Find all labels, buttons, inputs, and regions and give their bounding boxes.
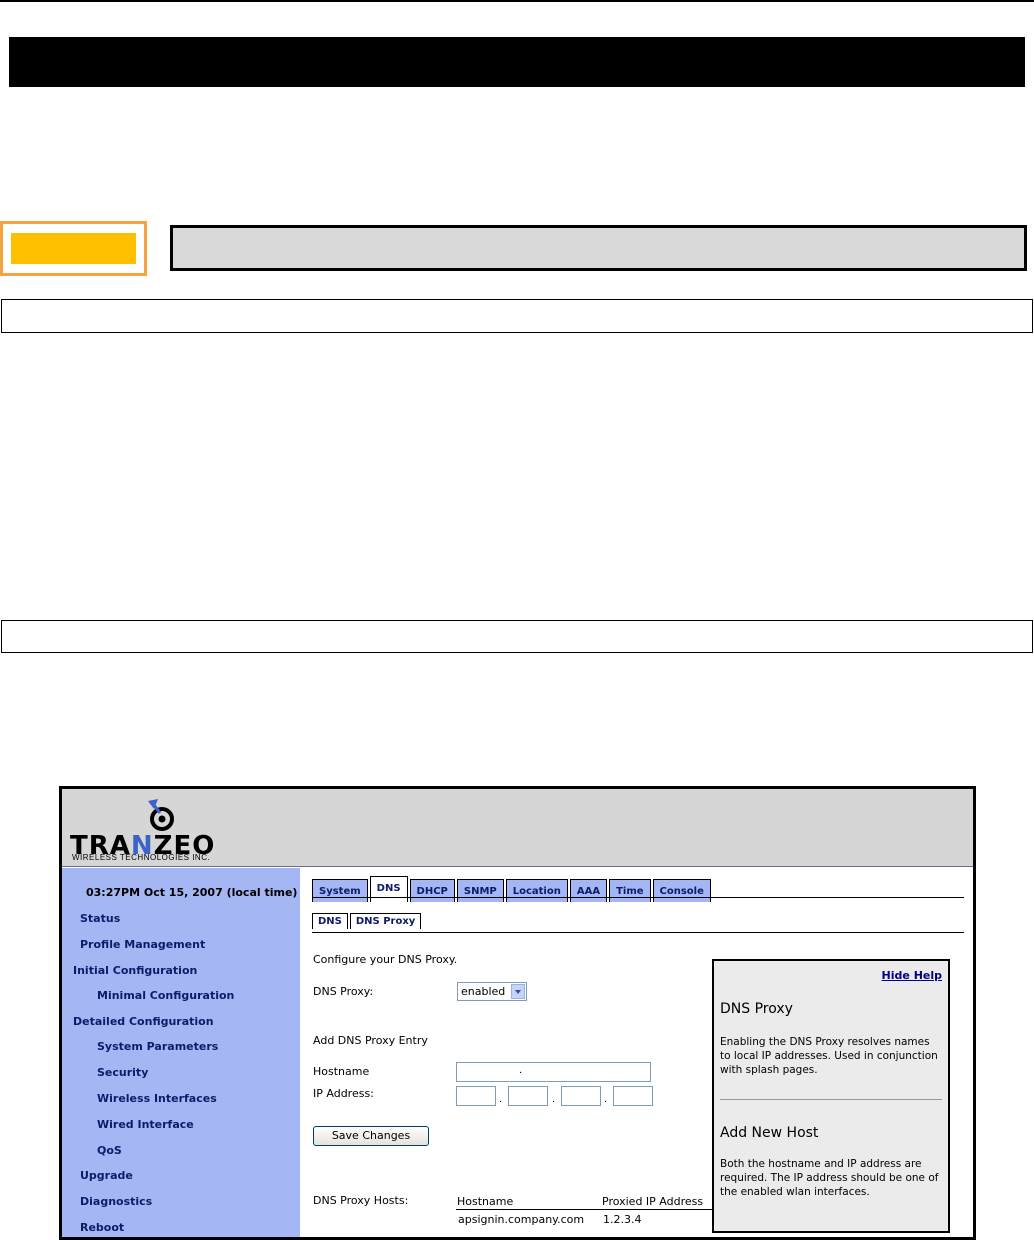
sidebar-item-diagnostics[interactable]: Diagnostics bbox=[80, 1195, 152, 1208]
black-banner bbox=[9, 37, 1025, 87]
ip-octet-3-input[interactable] bbox=[561, 1086, 601, 1106]
hosts-table-divider bbox=[456, 1209, 712, 1210]
sidebar-item-system-parameters[interactable]: System Parameters bbox=[97, 1040, 218, 1053]
sidebar-item-wired-interface[interactable]: Wired Interface bbox=[97, 1118, 194, 1131]
tranzeo-logo: TRANZEO WIRELESS TECHNOLOGIES INC. bbox=[70, 795, 260, 863]
logo-swirl-icon bbox=[148, 799, 174, 831]
hostname-input-value: . bbox=[519, 1064, 523, 1076]
sidebar-item-minimal-configuration[interactable]: Minimal Configuration bbox=[97, 989, 234, 1002]
gray-title-bar bbox=[170, 225, 1027, 271]
sidebar-item-reboot[interactable]: Reboot bbox=[80, 1221, 124, 1234]
section-box-bottom bbox=[1, 620, 1033, 653]
sidebar: 03:27PM Oct 15, 2007 (local time) Status… bbox=[62, 868, 300, 1237]
tab-time[interactable]: Time bbox=[609, 879, 651, 902]
ip-octet-2-input[interactable] bbox=[508, 1086, 548, 1106]
save-changes-button[interactable]: Save Changes bbox=[313, 1126, 429, 1146]
hostname-input[interactable]: . bbox=[456, 1062, 651, 1082]
form-intro: Configure your DNS Proxy. bbox=[313, 953, 458, 966]
dns-proxy-select[interactable]: enabled bbox=[457, 982, 527, 1001]
help-text-dns-proxy: Enabling the DNS Proxy resolves names to… bbox=[720, 1036, 938, 1076]
top-rule bbox=[0, 0, 1034, 2]
sidebar-item-qos[interactable]: QoS bbox=[97, 1144, 122, 1157]
help-title-add-new-host: Add New Host bbox=[720, 1125, 819, 1141]
ip-octet-4-input[interactable] bbox=[613, 1086, 653, 1106]
sidebar-item-profile-management[interactable]: Profile Management bbox=[80, 938, 205, 951]
hosts-column-ip: Proxied IP Address bbox=[602, 1195, 704, 1208]
logo-subtitle: WIRELESS TECHNOLOGIES INC. bbox=[72, 853, 211, 862]
app-header: TRANZEO WIRELESS TECHNOLOGIES INC. bbox=[62, 789, 973, 867]
sidebar-item-detailed-configuration[interactable]: Detailed Configuration bbox=[73, 1015, 214, 1028]
tab-system[interactable]: System bbox=[312, 879, 368, 902]
subtab-dns-proxy[interactable]: DNS Proxy bbox=[349, 913, 422, 929]
orange-tag-fill bbox=[11, 233, 136, 264]
sub-tabs: DNS DNS Proxy bbox=[312, 913, 422, 929]
help-title-dns-proxy: DNS Proxy bbox=[720, 1001, 793, 1017]
main-tabs-underline bbox=[312, 897, 964, 898]
tab-dns[interactable]: DNS bbox=[369, 876, 408, 902]
sidebar-item-status[interactable]: Status bbox=[80, 912, 120, 925]
ip-address-label: IP Address: bbox=[313, 1087, 374, 1100]
dns-proxy-select-value: enabled bbox=[461, 985, 506, 998]
sidebar-item-initial-configuration[interactable]: Initial Configuration bbox=[73, 964, 197, 977]
ip-separator: . bbox=[499, 1093, 503, 1105]
tab-dhcp[interactable]: DHCP bbox=[409, 879, 455, 902]
help-panel: Hide Help DNS Proxy Enabling the DNS Pro… bbox=[712, 959, 950, 1233]
host-row-ip: 1.2.3.4 bbox=[603, 1213, 642, 1226]
app-screenshot: TRANZEO WIRELESS TECHNOLOGIES INC. 03:27… bbox=[59, 786, 976, 1240]
tab-console[interactable]: Console bbox=[652, 879, 711, 902]
sidebar-item-upgrade[interactable]: Upgrade bbox=[80, 1169, 133, 1182]
hide-help-link[interactable]: Hide Help bbox=[882, 969, 942, 982]
sidebar-item-wireless-interfaces[interactable]: Wireless Interfaces bbox=[97, 1092, 217, 1105]
chevron-down-icon[interactable] bbox=[511, 984, 525, 999]
dns-proxy-hosts-label: DNS Proxy Hosts: bbox=[313, 1194, 409, 1207]
tab-snmp[interactable]: SNMP bbox=[456, 879, 504, 902]
sub-tabs-underline bbox=[312, 932, 964, 933]
help-divider bbox=[720, 1099, 942, 1100]
hosts-column-hostname: Hostname bbox=[457, 1195, 514, 1208]
tab-aaa[interactable]: AAA bbox=[569, 879, 608, 902]
help-text-add-new-host: Both the hostname and IP address are req… bbox=[720, 1158, 939, 1198]
ip-octet-1-input[interactable] bbox=[456, 1086, 496, 1106]
dns-proxy-label: DNS Proxy: bbox=[313, 985, 374, 998]
hostname-label: Hostname bbox=[313, 1065, 370, 1078]
host-row-hostname: apsignin.company.com bbox=[458, 1213, 585, 1226]
ip-separator: . bbox=[552, 1093, 556, 1105]
section-box-top bbox=[1, 299, 1033, 333]
add-entry-heading: Add DNS Proxy Entry bbox=[313, 1034, 428, 1047]
ip-separator: . bbox=[604, 1093, 608, 1105]
sidebar-item-security[interactable]: Security bbox=[97, 1066, 148, 1079]
main-tabs: System DNS DHCP SNMP Location AAA Time C… bbox=[312, 876, 711, 902]
tab-location[interactable]: Location bbox=[505, 879, 568, 902]
orange-tag bbox=[0, 221, 147, 276]
sidebar-clock: 03:27PM Oct 15, 2007 (local time) bbox=[86, 886, 298, 899]
subtab-dns[interactable]: DNS bbox=[312, 913, 348, 929]
